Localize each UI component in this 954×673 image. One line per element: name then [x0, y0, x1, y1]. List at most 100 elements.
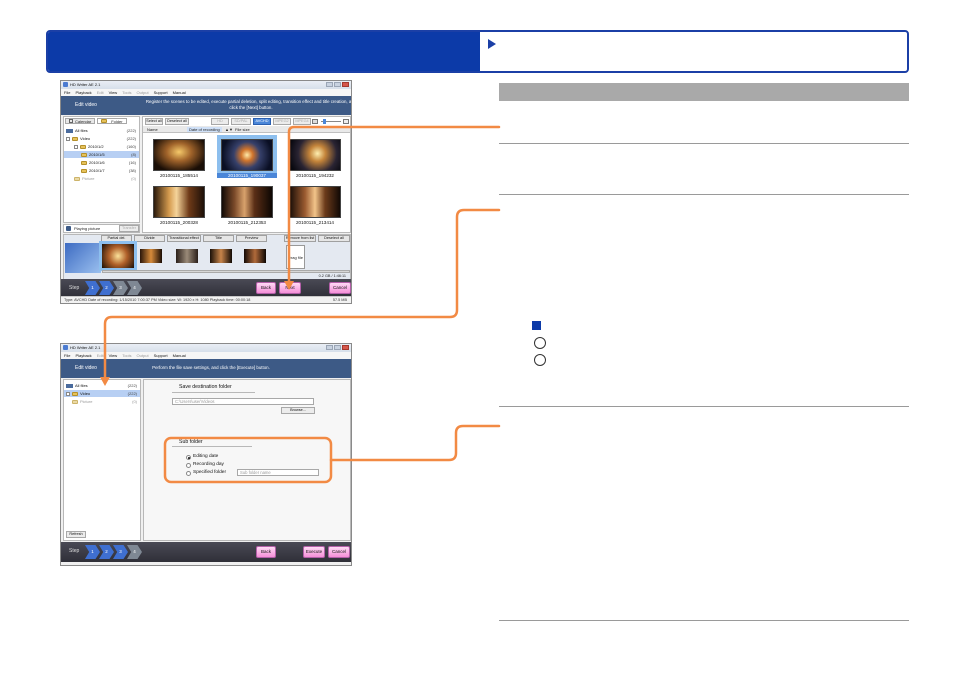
- zoom-thumb[interactable]: [323, 119, 326, 124]
- menu-playback[interactable]: Playback: [75, 352, 91, 359]
- menu-edit[interactable]: Edit: [97, 89, 104, 96]
- tree-item-date[interactable]: 2010/1/7 (38): [64, 167, 139, 174]
- menu-view[interactable]: View: [109, 89, 118, 96]
- next-button[interactable]: Next: [279, 282, 301, 294]
- radio-label: Editing date: [193, 454, 219, 459]
- list-view-icon[interactable]: [312, 119, 318, 124]
- tree-item-date-selected[interactable]: 2010/1/5 (8): [64, 151, 139, 158]
- video-thumbnail[interactable]: [153, 186, 205, 218]
- menu-edit[interactable]: Edit: [97, 352, 104, 359]
- sort-size-button[interactable]: File size: [235, 127, 250, 132]
- filter-mpeg4-button[interactable]: MPEG4: [293, 118, 311, 125]
- expand-icon[interactable]: [66, 391, 70, 396]
- divide-button[interactable]: Divide: [134, 235, 165, 242]
- back-button[interactable]: Back: [256, 546, 276, 558]
- radio-editing-date[interactable]: [186, 455, 191, 460]
- back-button[interactable]: Back: [256, 282, 276, 294]
- minimize-button[interactable]: [326, 345, 333, 350]
- radio-specified-folder[interactable]: [186, 471, 191, 476]
- browse-button[interactable]: Browse...: [281, 407, 315, 414]
- tree-count: (0): [132, 399, 137, 404]
- filter-avchd-button[interactable]: AVCHD: [253, 118, 271, 125]
- strip-clip[interactable]: [99, 241, 137, 271]
- strip-clip[interactable]: [176, 249, 198, 263]
- column-name[interactable]: Name: [147, 127, 158, 132]
- refresh-button[interactable]: Refresh: [66, 531, 86, 538]
- menu-output[interactable]: Output: [137, 352, 149, 359]
- filter-sd-button[interactable]: SD/PAL: [231, 118, 251, 125]
- tab-folder[interactable]: Folder: [97, 118, 127, 124]
- connector-line: [329, 424, 501, 462]
- cancel-button[interactable]: Cancel: [328, 546, 350, 558]
- menu-file[interactable]: File: [64, 352, 70, 359]
- save-settings-window: HD Writer AE 2.1 File Playback Edit View…: [60, 343, 352, 566]
- strip-clip[interactable]: [210, 249, 232, 263]
- menu-playback[interactable]: Playback: [75, 89, 91, 96]
- close-button[interactable]: [342, 82, 349, 87]
- tree-item-video-selected[interactable]: Video (222): [64, 390, 140, 397]
- video-thumbnail[interactable]: [289, 139, 341, 171]
- select-all-button[interactable]: Select all: [145, 118, 163, 125]
- tree-item-all-files[interactable]: All files (222): [64, 127, 139, 134]
- collapse-icon[interactable]: [66, 136, 70, 141]
- filter-hd-button[interactable]: HD: [211, 118, 229, 125]
- transition-effect-button[interactable]: Transitional effect: [167, 235, 201, 242]
- tree-item-picture[interactable]: Picture (0): [64, 398, 140, 405]
- sort-date-button[interactable]: Date of recording: [187, 127, 222, 132]
- menu-view[interactable]: View: [109, 352, 118, 359]
- transfer-button[interactable]: Transfer: [119, 225, 139, 232]
- drag-target[interactable]: Drag file: [286, 245, 305, 269]
- menu-output[interactable]: Output: [137, 89, 149, 96]
- tree-item-all-files[interactable]: All files (222): [64, 382, 140, 389]
- radio-label: Specified folder: [193, 470, 227, 475]
- video-thumbnail[interactable]: [289, 186, 341, 218]
- tree-item-video[interactable]: Video (222): [64, 135, 139, 142]
- menu-bar: File Playback Edit View Tools Output Sup…: [61, 352, 351, 359]
- menu-support[interactable]: Support: [154, 352, 168, 359]
- tree-item-date[interactable]: 2010/1/2 (160): [64, 143, 139, 150]
- menu-manual[interactable]: Manual: [173, 89, 186, 96]
- menu-manual[interactable]: Manual: [173, 352, 186, 359]
- zoom-in-icon[interactable]: [343, 119, 349, 124]
- execute-button[interactable]: Execute: [303, 546, 325, 558]
- tree-count: (222): [126, 128, 136, 133]
- playing-label: Playing picture: [74, 226, 101, 231]
- tree-item-picture[interactable]: Picture (0): [64, 175, 139, 182]
- preview-button[interactable]: Preview: [236, 235, 267, 242]
- video-thumbnail-selected[interactable]: [217, 135, 277, 175]
- tree-count: (38): [128, 168, 136, 173]
- radio-recording-day[interactable]: [186, 463, 191, 468]
- maximize-button[interactable]: [334, 345, 341, 350]
- folder-tree-panel: Calendar Folder All files (222) Video (222…: [63, 116, 140, 223]
- save-destination-field[interactable]: C:\Users\user\Videos: [172, 398, 314, 405]
- video-thumbnail[interactable]: [221, 186, 273, 218]
- expand-icon[interactable]: [74, 144, 78, 149]
- cancel-button[interactable]: Cancel: [329, 282, 351, 294]
- strip-clip[interactable]: [244, 249, 266, 263]
- deselect-all-button[interactable]: Deselect all: [165, 118, 189, 125]
- close-button[interactable]: [342, 345, 349, 350]
- maximize-button[interactable]: [334, 82, 341, 87]
- menu-tools[interactable]: Tools: [122, 89, 131, 96]
- tab-calendar[interactable]: Calendar: [65, 118, 96, 124]
- minimize-button[interactable]: [326, 82, 333, 87]
- tree-item-date[interactable]: 2010/1/6 (16): [64, 159, 139, 166]
- deselect-all-strip-button[interactable]: Deselect all: [318, 235, 350, 242]
- tree-count: (222): [127, 383, 137, 388]
- folder-icon: [74, 176, 80, 181]
- strip-clip[interactable]: [140, 249, 162, 263]
- title-button[interactable]: Title: [203, 235, 234, 242]
- menu-file[interactable]: File: [64, 89, 70, 96]
- video-thumbnail[interactable]: [153, 139, 205, 171]
- partial-delete-button[interactable]: Partial del.: [101, 235, 132, 242]
- page-header: [46, 30, 909, 73]
- note-square-icon: [532, 321, 541, 330]
- sub-folder-name-field[interactable]: Sub folder name: [237, 469, 319, 476]
- remove-from-list-button[interactable]: Remove from list: [284, 235, 316, 242]
- play-triangle-icon: [488, 39, 496, 49]
- menu-tools[interactable]: Tools: [122, 352, 131, 359]
- folder-icon: [72, 391, 78, 396]
- filter-mpeg2-button[interactable]: MPEG2: [273, 118, 291, 125]
- menu-support[interactable]: Support: [154, 89, 168, 96]
- strip-scrollbar[interactable]: [102, 270, 350, 273]
